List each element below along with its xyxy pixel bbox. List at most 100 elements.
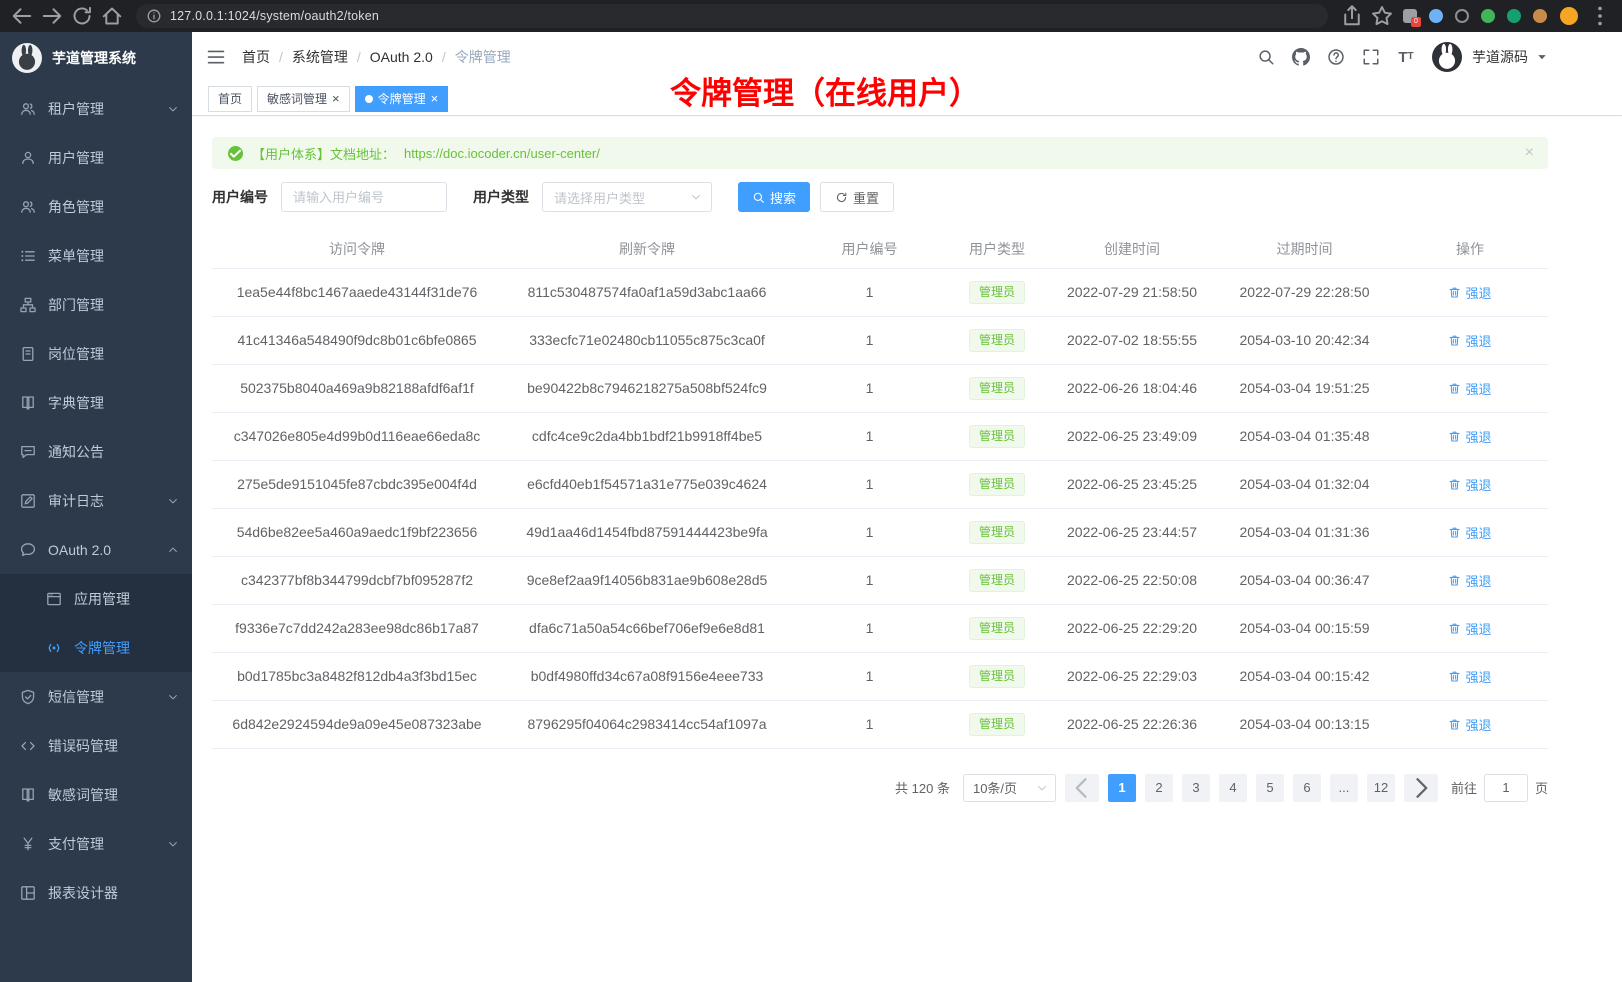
refresh-token-cell: 49d1aa46d1454fbd87591444423be9fa [502,508,792,556]
page-button-2[interactable]: 2 [1145,774,1173,802]
user-id-input[interactable] [281,182,447,212]
sidebar-item-字典管理[interactable]: 字典管理 [0,378,192,427]
breadcrumb-item[interactable]: 首页 [242,47,270,67]
sidebar-item-审计日志[interactable]: 审计日志 [0,476,192,525]
address-bar[interactable]: 127.0.0.1:1024/system/oauth2/token [136,4,1328,28]
user-type-select[interactable]: 请选择用户类型 [542,182,712,212]
force-logout-link[interactable]: 强退 [1448,427,1491,446]
page-button-6[interactable]: 6 [1293,774,1321,802]
sidebar-item-label: 审计日志 [48,491,167,511]
tab-close-icon[interactable]: × [431,92,439,105]
navbar-actions: TT 芋道源码 [1257,42,1548,72]
prev-page-button[interactable] [1065,774,1099,802]
page-button-12[interactable]: 12 [1367,774,1395,802]
pagination-total: 共 120 条 [895,778,950,797]
sidebar-item-租户管理[interactable]: 租户管理 [0,84,192,133]
role-users-icon [20,199,36,215]
tab-首页[interactable]: 首页 [208,86,252,112]
caret-down-icon[interactable] [1536,51,1548,63]
page-button-3[interactable]: 3 [1182,774,1210,802]
username[interactable]: 芋道源码 [1472,47,1528,67]
chevron-down-icon [167,495,179,507]
sidebar-item-短信管理[interactable]: 短信管理 [0,672,192,721]
search-icon[interactable] [1257,48,1275,66]
sidebar-item-用户管理[interactable]: 用户管理 [0,133,192,182]
force-logout-link[interactable]: 强退 [1448,283,1491,302]
sidebar-item-通知公告[interactable]: 通知公告 [0,427,192,476]
force-logout-link[interactable]: 强退 [1448,379,1491,398]
sidebar-item-角色管理[interactable]: 角色管理 [0,182,192,231]
action-cell: 强退 [1392,316,1548,364]
page-size-select[interactable]: 10条/页 [963,774,1056,802]
sidebar-item-部门管理[interactable]: 部门管理 [0,280,192,329]
extension-paw-icon[interactable] [1533,9,1547,23]
goto-suffix: 页 [1535,778,1548,797]
trash-icon [1448,382,1461,395]
goto-page-input[interactable] [1484,774,1528,802]
alert-doc-link[interactable]: https://doc.iocoder.cn/user-center/ [404,146,600,161]
extension-dark-icon[interactable] [1455,9,1469,23]
sidebar-item-菜单管理[interactable]: 菜单管理 [0,231,192,280]
sidebar-item-label: 岗位管理 [48,344,179,364]
sidebar-item-错误码管理[interactable]: 错误码管理 [0,721,192,770]
sidebar-item-应用管理[interactable]: 应用管理 [0,574,192,623]
tab-令牌管理[interactable]: 令牌管理× [355,86,449,112]
chevron-down-icon [690,191,702,203]
reset-button[interactable]: 重置 [820,182,894,212]
page-ellipsis[interactable]: ... [1330,774,1358,802]
page-button-5[interactable]: 5 [1256,774,1284,802]
force-logout-link[interactable]: 强退 [1448,571,1491,590]
extension-green-icon[interactable] [1481,9,1495,23]
extension-teal-icon[interactable] [1507,9,1521,23]
list-icon [20,248,36,264]
site-info-icon[interactable] [146,8,162,24]
breadcrumb-item[interactable]: OAuth 2.0 [370,49,433,65]
expire-time-cell: 2054-03-04 00:15:59 [1217,604,1392,652]
force-logout-link[interactable]: 强退 [1448,475,1491,494]
home-icon[interactable] [98,4,126,28]
sidebar-item-支付管理[interactable]: 支付管理 [0,819,192,868]
user-type-badge: 管理员 [969,617,1025,640]
tab-敏感词管理[interactable]: 敏感词管理× [257,86,350,112]
breadcrumb-item[interactable]: 系统管理 [292,47,348,67]
help-icon[interactable] [1327,48,1345,66]
fullscreen-icon[interactable] [1362,48,1380,66]
back-icon[interactable] [8,4,36,28]
refresh-token-cell: 333ecfc71e02480cb11055c875c3ca0f [502,316,792,364]
sidebar-item-令牌管理[interactable]: 令牌管理 [0,623,192,672]
alert-close-icon[interactable]: × [1525,145,1534,161]
tab-close-icon[interactable]: × [332,92,340,105]
trash-icon [1448,478,1461,491]
reload-icon[interactable] [68,4,96,28]
force-logout-label: 强退 [1465,715,1491,734]
expire-time-cell: 2054-03-04 01:35:48 [1217,412,1392,460]
share-icon[interactable] [1338,4,1366,28]
github-icon[interactable] [1292,48,1310,66]
next-page-button[interactable] [1404,774,1438,802]
bookmark-star-icon[interactable] [1368,4,1396,28]
search-button[interactable]: 搜索 [738,182,810,212]
force-logout-link[interactable]: 强退 [1448,667,1491,686]
browser-menu-icon[interactable] [1586,4,1614,28]
sidebar-item-OAuth 2.0[interactable]: OAuth 2.0 [0,525,192,574]
extension-puzzle-icon[interactable]: 0 [1403,9,1417,23]
user-type-badge: 管理员 [969,713,1025,736]
sidebar-item-报表设计器[interactable]: 报表设计器 [0,868,192,917]
user-avatar[interactable] [1432,42,1462,72]
force-logout-link[interactable]: 强退 [1448,331,1491,350]
sidebar-item-岗位管理[interactable]: 岗位管理 [0,329,192,378]
expire-time-cell: 2054-03-04 01:31:36 [1217,508,1392,556]
font-size-icon[interactable]: TT [1397,48,1415,66]
forward-icon[interactable] [38,4,66,28]
layout-icon [20,885,36,901]
page-button-4[interactable]: 4 [1219,774,1247,802]
hamburger-icon[interactable] [206,47,226,67]
page-button-1[interactable]: 1 [1108,774,1136,802]
create-time-cell: 2022-07-29 21:58:50 [1047,268,1217,316]
browser-profile-avatar[interactable] [1560,7,1578,25]
force-logout-link[interactable]: 强退 [1448,523,1491,542]
force-logout-link[interactable]: 强退 [1448,619,1491,638]
sidebar-item-敏感词管理[interactable]: 敏感词管理 [0,770,192,819]
extension-blue-icon[interactable] [1429,9,1443,23]
force-logout-link[interactable]: 强退 [1448,715,1491,734]
